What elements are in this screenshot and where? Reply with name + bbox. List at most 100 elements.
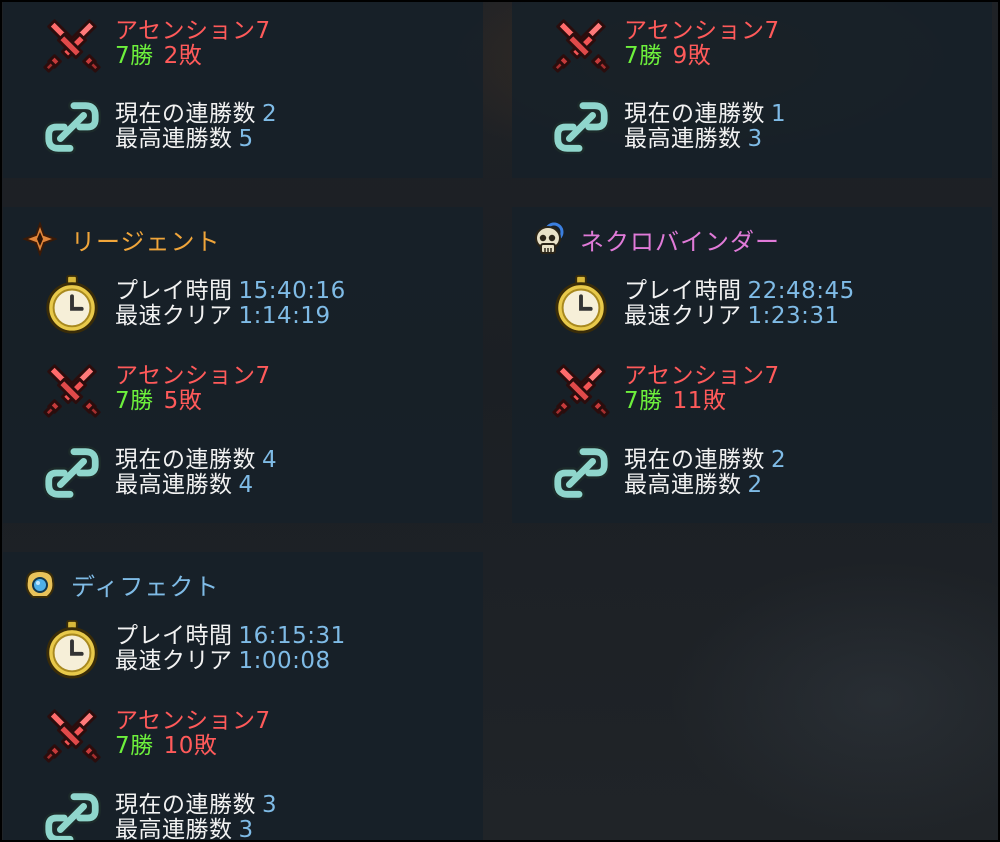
best-streak-label: 最高連勝数 (115, 817, 233, 842)
current-streak-label: 現在の連勝数 (115, 792, 256, 818)
losses-count: 5 (163, 388, 179, 414)
ascension-label: アセンション (624, 18, 765, 44)
best-streak-value: 5 (238, 126, 254, 152)
playtime-label: プレイ時間 (115, 278, 233, 304)
best-streak-value: 3 (238, 817, 254, 842)
ascension-label: アセンション (115, 18, 256, 44)
ascension-level: 7 (255, 18, 271, 44)
ascension-row: アセンション7 7勝 5敗 (41, 358, 271, 420)
wins-count: 7 (115, 733, 131, 759)
ascension-row: アセンション7 7勝 11敗 (550, 358, 780, 420)
streak-row: 現在の連勝数 2 最高連勝数 5 (41, 96, 277, 158)
ascension-level: 7 (255, 363, 271, 389)
crossed-swords-icon (41, 13, 103, 75)
current-streak-value: 4 (262, 447, 278, 473)
wins-count: 7 (115, 388, 131, 414)
playtime-value: 16:15:31 (238, 623, 346, 649)
best-streak-label: 最高連勝数 (624, 126, 742, 152)
ascension-label: アセンション (115, 708, 256, 734)
crossed-swords-icon (41, 703, 103, 765)
streak-row: 現在の連勝数 1 最高連勝数 3 (550, 96, 786, 158)
ascension-level: 7 (764, 18, 780, 44)
wins-count: 7 (624, 388, 640, 414)
chain-icon (41, 96, 103, 158)
current-streak-label: 現在の連勝数 (624, 447, 765, 473)
playtime-row: プレイ時間 16:15:31 最速クリア 1:00:08 (41, 618, 346, 680)
current-streak-value: 3 (262, 792, 278, 818)
losses-count: 10 (163, 733, 194, 759)
current-streak-label: 現在の連勝数 (115, 447, 256, 473)
character-name: ディフェクト (71, 572, 220, 601)
ascension-level: 7 (255, 708, 271, 734)
fastest-clear-value: 1:23:31 (747, 303, 840, 329)
losses-label: 敗 (178, 43, 203, 69)
best-streak-value: 2 (747, 472, 763, 498)
character-stats-panel-regent: リージェント プレイ時間 15:40:16 最速クリア 1:14:19 アセンション… (3, 207, 483, 523)
wins-label: 勝 (130, 733, 154, 759)
best-streak-value: 4 (238, 472, 254, 498)
crossed-swords-icon (550, 13, 612, 75)
current-streak-value: 2 (771, 447, 787, 473)
character-stats-panel-top-right: アセンション7 7勝 9敗 現在の連勝数 1 最高連勝数 3 (512, 0, 992, 178)
crossed-swords-icon (41, 358, 103, 420)
crossed-swords-icon (550, 358, 612, 420)
ascension-row: アセンション7 7勝 10敗 (41, 703, 271, 765)
losses-label: 敗 (687, 43, 712, 69)
ascension-label: アセンション (624, 363, 765, 389)
ascension-level: 7 (764, 363, 780, 389)
best-streak-value: 3 (747, 126, 763, 152)
current-streak-value: 1 (771, 101, 787, 127)
skull-icon (535, 222, 564, 254)
ascension-row: アセンション7 7勝 9敗 (550, 13, 780, 75)
best-streak-label: 最高連勝数 (115, 126, 233, 152)
playtime-value: 15:40:16 (238, 278, 346, 304)
fastest-clear-label: 最速クリア (624, 303, 742, 329)
character-header: ネクロバインダー (532, 222, 780, 256)
fastest-clear-label: 最速クリア (115, 648, 233, 674)
losses-label: 敗 (702, 388, 727, 414)
wins-label: 勝 (130, 43, 154, 69)
playtime-row: プレイ時間 15:40:16 最速クリア 1:14:19 (41, 273, 346, 335)
wins-label: 勝 (639, 388, 663, 414)
character-header: リージェント (23, 222, 221, 256)
chain-icon (41, 442, 103, 504)
streak-row: 現在の連勝数 4 最高連勝数 4 (41, 442, 277, 504)
best-streak-label: 最高連勝数 (115, 472, 233, 498)
character-header: ディフェクト (23, 568, 220, 601)
stopwatch-icon (550, 273, 612, 335)
wins-count: 7 (115, 43, 131, 69)
ascension-label: アセンション (115, 363, 256, 389)
stopwatch-icon (41, 273, 103, 335)
current-streak-label: 現在の連勝数 (115, 101, 256, 127)
wins-label: 勝 (639, 43, 663, 69)
wins-label: 勝 (130, 388, 154, 414)
streak-row: 現在の連勝数 3 最高連勝数 3 (41, 787, 277, 842)
losses-label: 敗 (193, 733, 218, 759)
losses-count: 2 (163, 43, 179, 69)
playtime-value: 22:48:45 (747, 278, 855, 304)
playtime-label: プレイ時間 (115, 623, 233, 649)
losses-count: 11 (672, 388, 703, 414)
regent-crown-icon (23, 222, 57, 256)
fastest-clear-value: 1:00:08 (238, 648, 331, 674)
current-streak-label: 現在の連勝数 (624, 101, 765, 127)
playtime-row: プレイ時間 22:48:45 最速クリア 1:23:31 (550, 273, 855, 335)
character-stats-panel-top-left: アセンション7 7勝 2敗 現在の連勝数 2 最高連勝数 5 (3, 0, 483, 178)
losses-count: 9 (672, 43, 688, 69)
orb-icon (25, 569, 55, 598)
streak-row: 現在の連勝数 2 最高連勝数 2 (550, 442, 786, 504)
character-name: リージェント (71, 227, 221, 256)
stopwatch-icon (41, 618, 103, 680)
fastest-clear-value: 1:14:19 (238, 303, 331, 329)
character-name: ネクロバインダー (580, 227, 780, 256)
ascension-row: アセンション7 7勝 2敗 (41, 13, 271, 75)
playtime-label: プレイ時間 (624, 278, 742, 304)
losses-label: 敗 (178, 388, 203, 414)
wins-count: 7 (624, 43, 640, 69)
best-streak-label: 最高連勝数 (624, 472, 742, 498)
chain-icon (550, 96, 612, 158)
fastest-clear-label: 最速クリア (115, 303, 233, 329)
chain-icon (41, 787, 103, 842)
current-streak-value: 2 (262, 101, 278, 127)
character-stats-panel-defect: ディフェクト プレイ時間 16:15:31 最速クリア 1:00:08 アセンション… (3, 552, 483, 842)
